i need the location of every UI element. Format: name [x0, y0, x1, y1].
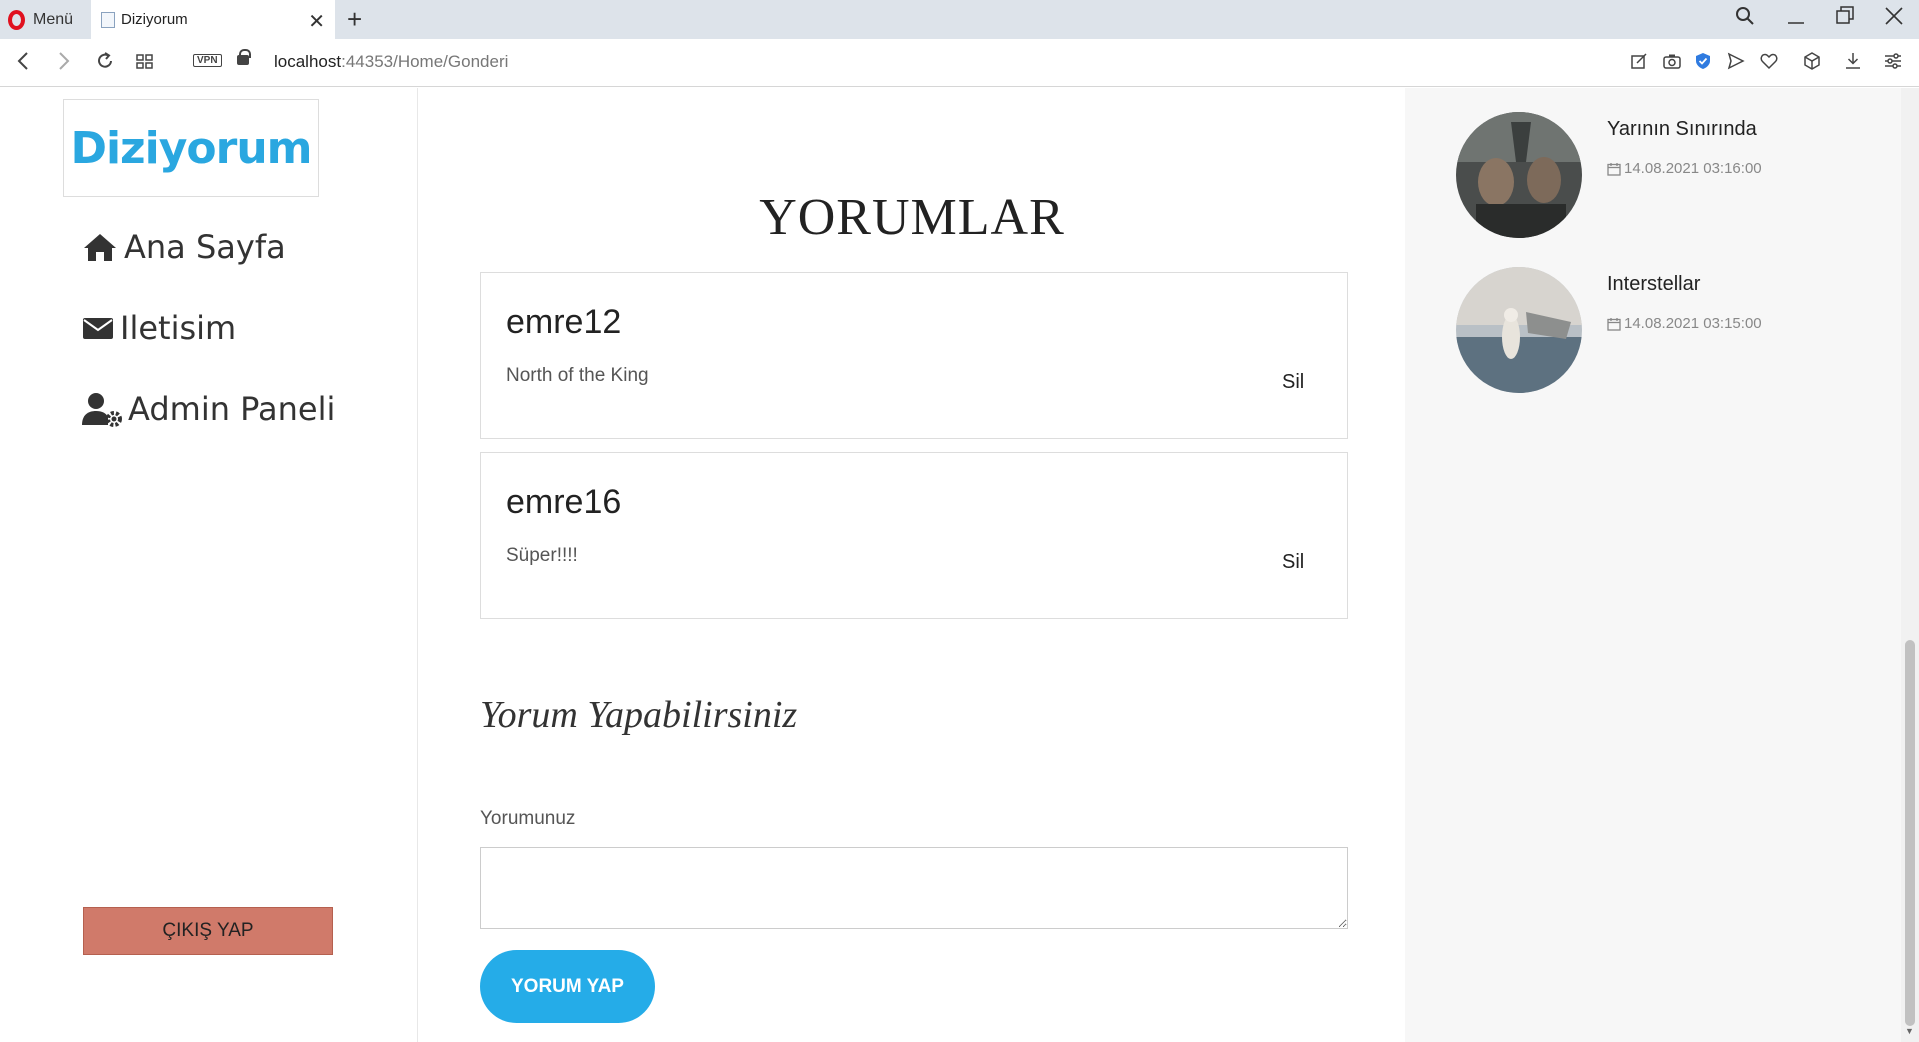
- back-icon[interactable]: [16, 50, 30, 78]
- close-window-icon[interactable]: [1885, 6, 1903, 32]
- post-date-text: 14.08.2021 03:16:00: [1624, 160, 1762, 177]
- opera-menu-button[interactable]: Menü: [8, 8, 73, 32]
- nav-home-label: Ana Sayfa: [124, 228, 286, 266]
- minimize-icon[interactable]: [1787, 6, 1805, 32]
- cube-icon[interactable]: [1803, 52, 1821, 75]
- tab-close-icon[interactable]: ✕: [308, 9, 325, 34]
- comment-card: emre12 North of the King Sil: [480, 272, 1348, 439]
- speed-dial-icon[interactable]: [135, 50, 155, 78]
- logo-text: Diziyorum: [70, 122, 312, 174]
- easy-setup-icon[interactable]: [1884, 52, 1902, 75]
- calendar-icon: [1607, 317, 1621, 331]
- post-thumbnail[interactable]: [1456, 112, 1582, 238]
- address-bar: VPN localhost:44353/Home/Gonderi: [0, 39, 1919, 87]
- calendar-icon: [1607, 162, 1621, 176]
- page-title: YORUMLAR: [759, 189, 1065, 246]
- page-scrollbar[interactable]: ▼: [1901, 88, 1919, 1042]
- nav-home[interactable]: Ana Sayfa: [82, 228, 286, 266]
- logout-button[interactable]: ÇIKIŞ YAP: [83, 907, 333, 955]
- download-icon[interactable]: [1844, 52, 1862, 75]
- nav-contact[interactable]: Iletisim: [82, 309, 236, 347]
- shield-check-icon[interactable]: [1694, 52, 1712, 75]
- comment-user: emre16: [506, 483, 622, 521]
- recent-posts-sidebar: Yarının Sınırında 14.08.2021 03:16:00 In…: [1405, 88, 1901, 1042]
- comment-card: emre16 Süper!!!! Sil: [480, 452, 1348, 619]
- delete-comment-link[interactable]: Sil: [1282, 551, 1304, 574]
- submit-comment-button[interactable]: YORUM YAP: [480, 950, 655, 1023]
- envelope-icon: [83, 318, 113, 339]
- page-content: Diziyorum Ana Sayfa Iletisim Admin Panel…: [0, 88, 1919, 1042]
- opera-logo-icon: [8, 10, 25, 30]
- comment-textarea[interactable]: [480, 847, 1348, 929]
- restore-icon[interactable]: [1836, 6, 1854, 32]
- forward-icon[interactable]: [57, 50, 71, 78]
- comment-text: North of the King: [506, 365, 649, 386]
- post-thumbnail[interactable]: [1456, 267, 1582, 393]
- sidebar: Diziyorum Ana Sayfa Iletisim Admin Panel…: [0, 88, 418, 1042]
- page-favicon-icon: [101, 11, 115, 28]
- url-field[interactable]: localhost:44353/Home/Gonderi: [274, 52, 508, 72]
- site-logo[interactable]: Diziyorum: [63, 99, 319, 197]
- comment-text: Süper!!!!: [506, 545, 578, 566]
- delete-comment-link[interactable]: Sil: [1282, 371, 1304, 394]
- send-icon[interactable]: [1727, 52, 1745, 75]
- heart-icon[interactable]: [1760, 52, 1778, 75]
- nav-admin-label: Admin Paneli: [128, 390, 336, 428]
- recent-post[interactable]: Yarının Sınırında 14.08.2021 03:16:00: [1456, 112, 1886, 238]
- scrollbar-thumb[interactable]: [1905, 640, 1915, 1026]
- home-icon: [84, 234, 116, 261]
- comment-user: emre12: [506, 303, 622, 341]
- main-content: YORUMLAR emre12 North of the King Sil em…: [419, 88, 1405, 1042]
- browser-tab[interactable]: Diziyorum ✕: [91, 0, 335, 39]
- search-icon[interactable]: [1735, 6, 1755, 32]
- vpn-badge[interactable]: VPN: [193, 54, 222, 67]
- camera-icon[interactable]: [1663, 52, 1681, 75]
- nav-admin[interactable]: Admin Paneli: [82, 390, 335, 428]
- post-date: 14.08.2021 03:15:00: [1607, 315, 1762, 332]
- lock-icon[interactable]: [237, 49, 251, 65]
- post-title[interactable]: Yarının Sınırında: [1607, 118, 1757, 141]
- snap-edit-icon[interactable]: [1630, 52, 1648, 75]
- comment-form-label: Yorumunuz: [480, 808, 576, 829]
- comment-form-title: Yorum Yapabilirsiniz: [480, 694, 798, 736]
- user-cog-icon: [82, 393, 122, 427]
- post-date-text: 14.08.2021 03:15:00: [1624, 315, 1762, 332]
- nav-contact-label: Iletisim: [120, 309, 237, 347]
- tab-title: Diziyorum: [121, 11, 188, 28]
- new-tab-icon[interactable]: +: [347, 4, 362, 35]
- post-date: 14.08.2021 03:16:00: [1607, 160, 1762, 177]
- recent-post[interactable]: Interstellar 14.08.2021 03:15:00: [1456, 267, 1886, 393]
- scroll-down-arrow-icon[interactable]: ▼: [1905, 1026, 1914, 1036]
- url-host: localhost: [274, 52, 342, 71]
- browser-tab-bar: Menü Diziyorum ✕ +: [0, 0, 1919, 39]
- url-path: :44353/Home/Gonderi: [341, 52, 509, 71]
- reload-icon[interactable]: [95, 50, 115, 78]
- menu-label: Menü: [33, 11, 74, 28]
- post-title[interactable]: Interstellar: [1607, 273, 1700, 296]
